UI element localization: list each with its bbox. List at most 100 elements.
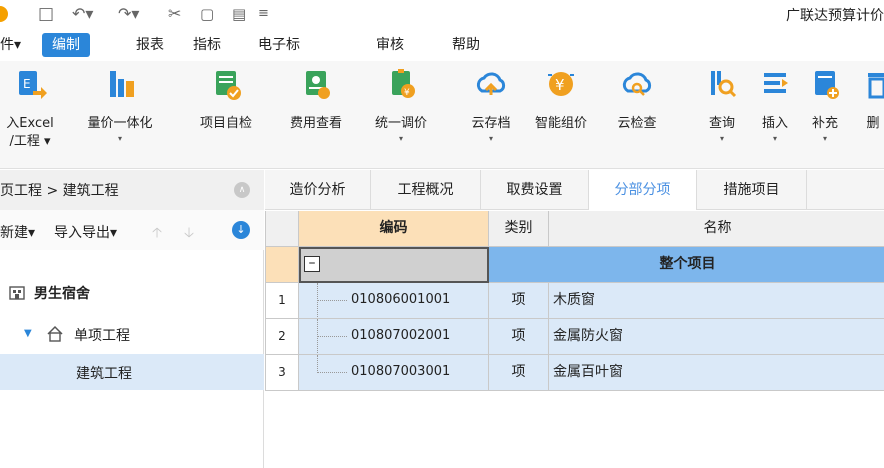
whole-project-row[interactable]: 整个项目 — [489, 247, 884, 283]
supplement-label: 补充 — [811, 116, 838, 131]
tree-item-label: 男生宿舍 — [34, 286, 90, 302]
type-cell[interactable]: 项 — [489, 319, 549, 355]
type-cell[interactable]: 项 — [489, 283, 549, 319]
menu-report[interactable]: 报表 — [136, 33, 164, 57]
breadcrumb-path: 页工程 > 建筑工程 — [0, 183, 119, 199]
collapse-toggle-cell[interactable]: – — [299, 247, 489, 283]
menu-audit[interactable]: 审核 — [376, 33, 404, 57]
title-bar: □ ↶▾ ↷▾ ✂ ▢ ▤ ≡ 广联达预算计价 — [0, 0, 884, 30]
home-icon — [46, 325, 64, 347]
code-value: 010807003001 — [351, 364, 451, 379]
project-check-label: 项目自检 — [199, 116, 252, 131]
name-cell[interactable]: 木质窗 — [549, 283, 884, 319]
fee-view-label: 费用查看 — [289, 116, 342, 131]
code-cell[interactable]: 010807003001 — [299, 355, 489, 391]
new-button[interactable]: 新建▾ — [0, 222, 35, 242]
quick-access-dropdown-icon[interactable]: ≡ — [258, 2, 269, 26]
name-cell[interactable]: 金属百叶窗 — [549, 355, 884, 391]
menu-e-bid[interactable]: 电子标 — [258, 33, 300, 57]
cloud-save-caret: ▾ — [488, 134, 493, 143]
project-check-button[interactable]: 项目自检 — [192, 67, 260, 133]
svg-text:¥: ¥ — [404, 88, 410, 98]
project-check-icon — [209, 67, 243, 101]
collapse-minus-icon[interactable]: – — [304, 256, 320, 272]
project-tree-panel: 页工程 > 建筑工程 ∧ 新建▾ 导入导出▾ 🡡 🡣 ↓ 男生宿舍 ▼ 单项工程… — [0, 170, 264, 468]
query-button[interactable]: 查询 ▾ — [696, 67, 748, 145]
svg-text:¥: ¥ — [555, 76, 565, 94]
cut-icon[interactable]: ✂ — [168, 2, 181, 26]
delete-label: 删 — [866, 116, 880, 131]
insert-button[interactable]: 插入 ▾ — [752, 67, 798, 145]
code-value: 010806001001 — [351, 292, 451, 307]
redo-icon[interactable]: ↷▾ — [118, 2, 139, 26]
building-icon — [8, 283, 26, 305]
tab-measure-items[interactable]: 措施项目 — [697, 170, 807, 210]
volume-price-icon — [103, 67, 137, 101]
menu-bar: 件▾ 编制 报表 指标 电子标 审核 帮助 — [0, 30, 884, 61]
app-window: □ ↶▾ ↷▾ ✂ ▢ ▤ ≡ 广联达预算计价 件▾ 编制 报表 指标 电子标 … — [0, 0, 884, 468]
menu-edit[interactable]: 编制 — [42, 33, 90, 57]
row-number: 2 — [265, 319, 299, 355]
query-label: 查询 — [708, 116, 735, 131]
supplement-caret: ▾ — [822, 134, 827, 143]
column-header-type[interactable]: 类别 — [489, 211, 549, 247]
smart-price-icon: ¥ — [544, 67, 578, 101]
paste-icon[interactable]: ▤ — [232, 2, 246, 26]
collapse-icon[interactable]: ∧ — [234, 182, 250, 198]
volume-price-button[interactable]: 量价一体化 ▾ — [78, 67, 162, 145]
row-number: 3 — [265, 355, 299, 391]
import-excel-button[interactable]: E 入Excel /工程 ▾ — [0, 67, 66, 151]
tab-fee-settings[interactable]: 取费设置 — [481, 170, 589, 210]
tree-item-label: 建筑工程 — [76, 366, 132, 382]
smart-price-button[interactable]: ¥ 智能组价 — [524, 67, 598, 133]
tree-item-construction[interactable]: 建筑工程 — [0, 354, 264, 390]
unified-price-button[interactable]: ¥ 统一调价 ▾ — [362, 67, 440, 145]
tab-sub-items[interactable]: 分部分项 — [589, 170, 697, 210]
row-number — [265, 247, 299, 283]
delete-button[interactable]: 删 — [858, 67, 884, 133]
code-cell[interactable]: 010807002001 — [299, 319, 489, 355]
tab-cost-analysis[interactable]: 造价分析 — [265, 170, 371, 210]
column-header-name[interactable]: 名称 — [549, 211, 884, 247]
app-logo-icon — [0, 6, 8, 22]
move-down-icon[interactable]: 🡣 — [184, 222, 194, 246]
tree-item-building[interactable]: 男生宿舍 — [0, 274, 264, 310]
import-export-button[interactable]: 导入导出▾ — [54, 222, 117, 242]
tree-toolbar: 新建▾ 导入导出▾ 🡡 🡣 ↓ — [0, 210, 264, 250]
move-up-icon[interactable]: 🡡 — [152, 222, 162, 246]
tree-item-single-project[interactable]: ▼ 单项工程 — [0, 316, 264, 352]
fee-view-icon — [299, 67, 333, 101]
menu-help[interactable]: 帮助 — [452, 33, 480, 57]
code-cell[interactable]: 010806001001 — [299, 283, 489, 319]
cloud-save-icon — [474, 67, 508, 101]
supplement-button[interactable]: 补充 ▾ — [800, 67, 850, 145]
save-icon[interactable]: □ — [38, 2, 54, 26]
column-header-code[interactable]: 编码 — [299, 211, 489, 247]
insert-label: 插入 — [761, 116, 788, 131]
type-cell[interactable]: 项 — [489, 355, 549, 391]
menu-indicator[interactable]: 指标 — [193, 33, 221, 57]
cloud-save-label: 云存档 — [471, 116, 511, 131]
cloud-check-icon — [620, 67, 654, 101]
row-number-header — [265, 211, 299, 247]
ribbon-toolbar: E 入Excel /工程 ▾ 量价一体化 ▾ 项目自检 费用查看 ¥ 统一调价 … — [0, 61, 884, 169]
undo-icon[interactable]: ↶▾ — [72, 2, 93, 26]
import-excel-label: 入Excel — [6, 116, 54, 131]
name-cell[interactable]: 金属防火窗 — [549, 319, 884, 355]
smart-price-label: 智能组价 — [534, 116, 587, 131]
volume-price-caret: ▾ — [117, 134, 122, 143]
volume-price-label: 量价一体化 — [87, 116, 153, 131]
fee-view-button[interactable]: 费用查看 — [282, 67, 350, 133]
expand-arrow-icon[interactable]: ▼ — [24, 328, 32, 339]
download-icon[interactable]: ↓ — [232, 221, 250, 239]
copy-icon[interactable]: ▢ — [200, 2, 214, 26]
supplement-icon — [808, 67, 842, 101]
cloud-check-button[interactable]: 云检查 — [606, 67, 668, 133]
breadcrumb: 页工程 > 建筑工程 ∧ — [0, 170, 264, 210]
tab-project-overview[interactable]: 工程概况 — [371, 170, 481, 210]
insert-icon — [758, 67, 792, 101]
menu-file[interactable]: 件▾ — [0, 33, 21, 57]
cloud-save-button[interactable]: 云存档 ▾ — [460, 67, 522, 145]
content-tabs: 造价分析 工程概况 取费设置 分部分项 措施项目 — [265, 170, 884, 210]
unified-price-label: 统一调价 — [374, 116, 427, 131]
